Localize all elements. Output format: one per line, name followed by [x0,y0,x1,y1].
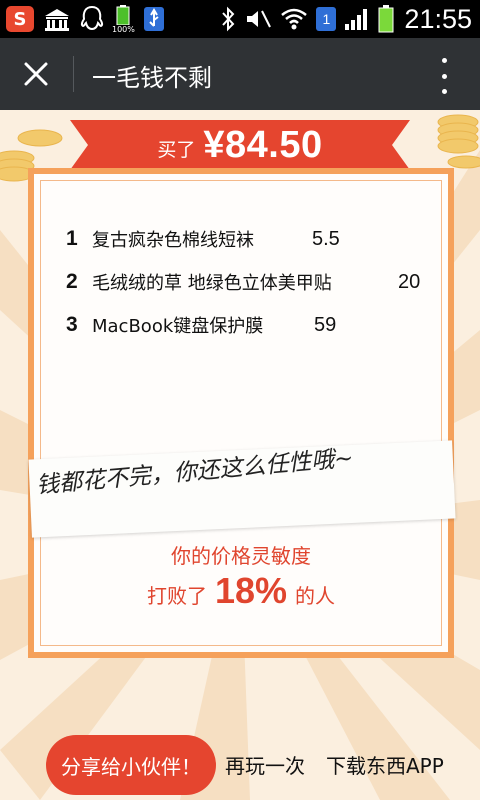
clock: 21:55 [404,3,472,34]
sim-icon: 1 [316,7,337,31]
battery-icon: 100% [112,4,135,34]
amount-banner: 买了 ¥84.50 [70,120,410,170]
result-page: 买了 ¥84.50 1 复古疯杂色棉线短袜 5.5 2 毛绒绒的草 地绿色立体美… [0,110,480,800]
title-divider [73,56,74,92]
signal-icon [344,4,370,34]
download-app-link[interactable]: 下载东西APP [326,750,444,779]
status-system: 1 21:55 [220,0,472,38]
amount-prefix: 买了 [157,138,196,161]
usb-icon [143,4,165,34]
beat-percentage: 打败了 18% 的人 [28,570,454,612]
sogou-input-icon: S [6,6,34,32]
beat-percent-value: 18% [214,570,288,611]
beat-suffix: 的人 [295,584,336,608]
list-item: 1 复古疯杂色棉线短袜 5.5 [34,224,448,254]
item-price: 5.5 [312,227,340,250]
item-price: 59 [314,313,337,336]
sensitivity-label: 你的价格灵敏度 [171,544,311,568]
item-number: 2 [66,270,78,293]
title-bar: 一毛钱不剩 [0,38,480,110]
more-vertical-icon [441,58,447,63]
battery-small-label: 100% [112,24,135,34]
page-title: 一毛钱不剩 [92,64,212,92]
beat-prefix: 打败了 [146,584,207,608]
item-name: 复古疯杂色棉线短袜 [92,230,254,251]
list-item: 2 毛绒绒的草 地绿色立体美甲贴 20 [34,267,448,297]
wifi-icon [280,4,308,34]
status-notifications: S 100% [6,4,165,34]
status-bar: S 100% 1 21:55 [0,0,480,38]
item-number: 1 [66,227,78,250]
close-button[interactable] [14,54,58,94]
battery-full-icon [378,4,394,34]
mute-icon [244,4,272,34]
more-options-button[interactable] [432,56,456,96]
close-icon [24,62,48,86]
building-icon [42,4,72,34]
item-number: 3 [66,313,78,336]
total-amount: ¥84.50 [203,123,323,166]
bluetooth-icon [220,4,236,34]
item-price: 20 [398,270,421,293]
item-name: 毛绒绒的草 地绿色立体美甲贴 [92,273,332,294]
list-item: 3 MacBook键盘保护膜 59 [34,310,448,340]
qq-icon [80,4,104,34]
item-name: MacBook键盘保护膜 [92,316,264,337]
replay-link[interactable]: 再玩一次 [225,750,305,779]
share-button[interactable]: 分享给小伙伴！ [46,735,216,795]
